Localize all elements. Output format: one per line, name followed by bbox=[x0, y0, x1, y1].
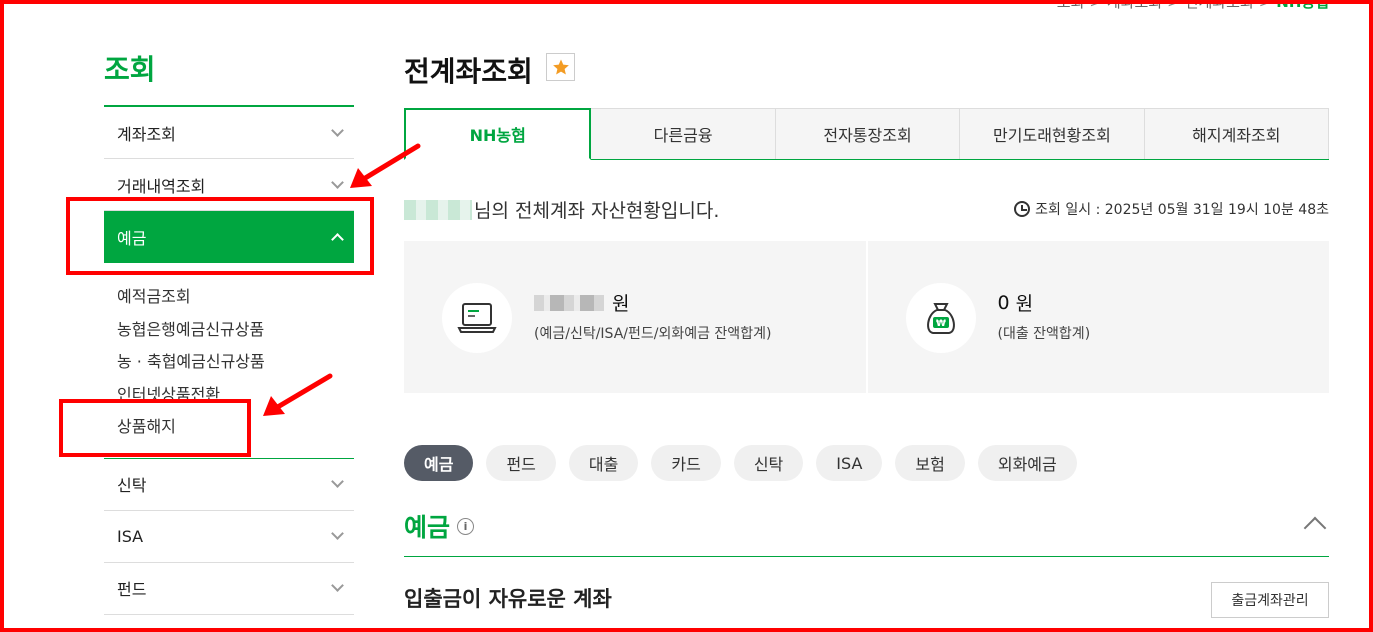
sidebar-item-label: 예금 bbox=[117, 229, 147, 248]
info-icon[interactable]: i bbox=[457, 517, 475, 535]
breadcrumb-item[interactable]: 계좌조회 bbox=[1107, 0, 1162, 11]
tab-closed-accounts[interactable]: 해지계좌조회 bbox=[1144, 108, 1330, 159]
total-loans-amount: 0 원 bbox=[998, 289, 1034, 316]
chevron-up-icon[interactable] bbox=[1303, 516, 1327, 540]
sidebar-sub-list: 예적금조회 농협은행예금신규상품 농 · 축협예금신규상품 인터넷상품전환 상품… bbox=[104, 263, 354, 459]
sidebar-item-label: 신탁 bbox=[117, 476, 147, 495]
blurred-user-name bbox=[404, 199, 472, 220]
chevron-down-icon bbox=[331, 123, 344, 137]
total-loans-desc: (대출 잔액합계) bbox=[997, 326, 1091, 342]
chevron-down-icon bbox=[331, 175, 344, 189]
chip-trust[interactable]: 신탁 bbox=[733, 445, 804, 481]
greeting-text: 님의 전체계좌 자산현황입니다. bbox=[474, 200, 720, 222]
sidebar-subitem-deposit-inquiry[interactable]: 예적금조회 bbox=[117, 281, 354, 314]
total-assets-amount: 원 bbox=[534, 289, 629, 316]
chip-fund[interactable]: 펀드 bbox=[486, 445, 556, 481]
chevron-up-icon bbox=[331, 233, 344, 246]
deposit-section-header: 예금 i bbox=[404, 508, 1329, 557]
total-assets-box: 원 (예금/신탁/ISA/펀드/외화예금 잔액합계) bbox=[404, 241, 866, 393]
tab-other-finance[interactable]: 다른금융 bbox=[591, 108, 776, 159]
chip-insurance[interactable]: 보험 bbox=[895, 445, 965, 481]
laptop-icon bbox=[442, 283, 512, 353]
sidebar-subitem-product-termination[interactable]: 상품해지 bbox=[117, 411, 354, 444]
blurred-amount bbox=[534, 294, 604, 311]
breadcrumb-item[interactable]: 전계좌조회 bbox=[1185, 0, 1254, 11]
sidebar-item-label: ISA bbox=[117, 526, 144, 546]
tab-maturity-status[interactable]: 만기도래현황조회 bbox=[960, 108, 1145, 159]
sidebar-item-trust[interactable]: 신탁 bbox=[104, 459, 354, 511]
chip-loan[interactable]: 대출 bbox=[568, 445, 639, 481]
sidebar-nav: 계좌조회 거래내역조회 예금 예적금조회 농협은행예금신규상품 농 · 축협예금… bbox=[104, 105, 354, 615]
sidebar-title: 조회 bbox=[104, 53, 156, 86]
chip-foreign-deposit[interactable]: 외화예금 bbox=[977, 445, 1077, 481]
total-assets-desc: (예금/신탁/ISA/펀드/외화예금 잔액합계) bbox=[534, 326, 772, 342]
section-title: 예금 i bbox=[404, 508, 475, 544]
sidebar-item-isa[interactable]: ISA bbox=[104, 511, 354, 563]
asset-summary: 원 (예금/신탁/ISA/펀드/외화예금 잔액합계) ₩ 0 원 (대출 잔액합… bbox=[404, 241, 1329, 393]
breadcrumb-item[interactable]: 조회 bbox=[1057, 0, 1085, 11]
account-tabs: NH농협 다른금융 전자통장조회 만기도래현황조회 해지계좌조회 bbox=[404, 108, 1330, 160]
assets-unit: 원 bbox=[612, 293, 630, 315]
withdrawal-account-manage-button[interactable]: 출금계좌관리 bbox=[1211, 582, 1329, 618]
total-loans-box: ₩ 0 원 (대출 잔액합계) bbox=[865, 241, 1330, 393]
sidebar-item-account-inquiry[interactable]: 계좌조회 bbox=[104, 107, 354, 159]
loans-amount-value: 0 bbox=[997, 291, 1010, 314]
chevron-down-icon bbox=[331, 475, 344, 488]
svg-text:₩: ₩ bbox=[936, 319, 946, 329]
breadcrumb-current: NH농협 bbox=[1276, 0, 1329, 11]
chip-card[interactable]: 카드 bbox=[651, 445, 721, 481]
chip-isa[interactable]: ISA bbox=[816, 445, 883, 481]
chevron-down-icon bbox=[331, 579, 344, 592]
star-icon bbox=[552, 59, 569, 75]
breadcrumb: 조회 > 계좌조회 > 전계좌조회 > NH농협 bbox=[1057, 0, 1329, 12]
clock-icon bbox=[1014, 201, 1031, 217]
asset-greeting: 님의 전체계좌 자산현황입니다. bbox=[404, 196, 719, 223]
sidebar-subitem-bank-new-products[interactable]: 농협은행예금신규상품 bbox=[117, 314, 354, 347]
section-title-text: 예금 bbox=[404, 513, 451, 542]
money-bag-icon: ₩ bbox=[905, 283, 976, 353]
sidebar-item-transaction-history[interactable]: 거래내역조회 bbox=[104, 159, 354, 211]
inquiry-time-text: 조회 일시 : 2025년 05월 31일 19시 10분 48초 bbox=[1035, 202, 1329, 218]
page-title: 전계좌조회 bbox=[404, 55, 533, 88]
sidebar-item-label: 거래내역조회 bbox=[117, 176, 206, 196]
sidebar-item-deposit[interactable]: 예금 bbox=[104, 211, 354, 263]
sidebar-subitem-coop-new-products[interactable]: 농 · 축협예금신규상품 bbox=[117, 346, 354, 379]
sidebar-item-label: 펀드 bbox=[117, 580, 147, 599]
free-withdrawal-accounts-title: 입출금이 자유로운 계좌 bbox=[404, 587, 612, 611]
tab-e-passbook[interactable]: 전자통장조회 bbox=[775, 108, 961, 159]
sidebar-subitem-internet-conversion[interactable]: 인터넷상품전환 bbox=[117, 379, 354, 412]
inquiry-time: 조회 일시 : 2025년 05월 31일 19시 10분 48초 bbox=[1014, 199, 1329, 219]
tab-nh[interactable]: NH농협 bbox=[404, 108, 592, 160]
chip-deposit[interactable]: 예금 bbox=[404, 445, 474, 481]
favorite-button[interactable] bbox=[546, 53, 575, 81]
sidebar-item-label: 계좌조회 bbox=[117, 124, 176, 144]
chevron-down-icon bbox=[331, 527, 344, 540]
loans-unit: 원 bbox=[1015, 293, 1034, 315]
sidebar-item-fund[interactable]: 펀드 bbox=[104, 563, 354, 615]
category-chips: 예금 펀드 대출 카드 신탁 ISA 보험 외화예금 bbox=[404, 445, 1077, 481]
